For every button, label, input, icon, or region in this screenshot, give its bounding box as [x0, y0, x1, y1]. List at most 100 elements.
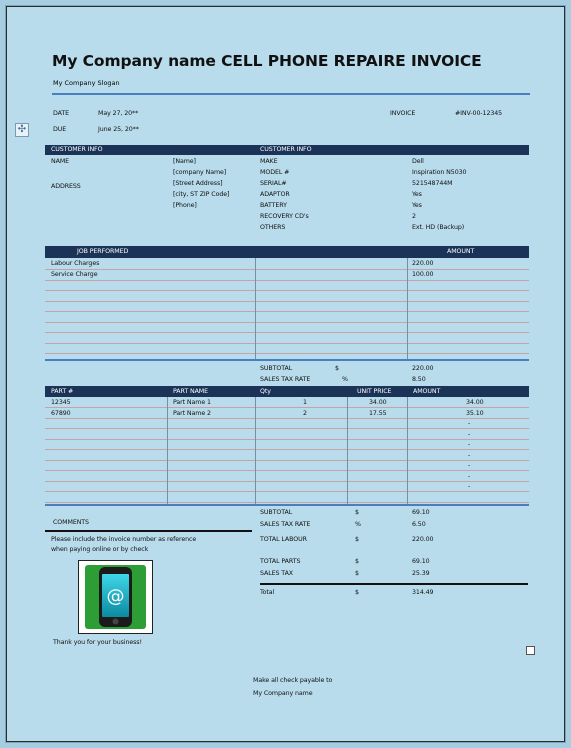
customer-value: [city, ST ZIP Code] [173, 191, 230, 198]
device-value: Dell [412, 158, 424, 165]
move-handle-icon[interactable]: ✣ [15, 123, 29, 137]
comments-line2: when paying online or by check [51, 546, 149, 553]
parts-grid-row [45, 407, 529, 408]
payable-line2: My Company name [253, 690, 313, 697]
parts-header: Qty [260, 388, 271, 395]
part-number: 67890 [51, 409, 71, 417]
job-grid-row [45, 290, 529, 291]
parts-header: UNIT PRICE [357, 388, 392, 395]
totals-total-symbol: $ [355, 589, 359, 596]
parts-grid-col [255, 397, 256, 504]
totals-tax_rate-symbol: % [355, 521, 361, 528]
invoice-label: INVOICE [390, 110, 416, 117]
due-label: DUE [53, 126, 67, 133]
job-grid-row [45, 332, 529, 333]
job-grid-row [45, 279, 529, 281]
device-value: 2 [412, 213, 416, 220]
totals-total-label: Total [260, 589, 275, 596]
part-amount-empty: - [468, 483, 471, 490]
job-item-label: Labour Charges [51, 260, 100, 267]
job-divider [45, 359, 529, 361]
customer-value: [Name] [173, 158, 196, 165]
job-grid-row [45, 311, 529, 312]
payable-line1: Make all check payable to [253, 677, 333, 684]
parts-grid-row [45, 491, 529, 492]
total-rule [260, 583, 528, 585]
job-header: JOB PERFORMED [77, 248, 129, 255]
totals-labour-value: 220.00 [412, 536, 434, 543]
device-value: Inspiration N5030 [412, 169, 467, 176]
job-grid-row [45, 300, 529, 302]
parts-header-bar [45, 386, 529, 397]
address-label: ADDRESS [51, 183, 81, 190]
customer-header-right: CUSTOMER INFO [260, 146, 312, 153]
totals-parts-label: TOTAL PARTS [260, 558, 301, 565]
part-amount-empty: - [468, 441, 471, 448]
part-amount-empty: - [468, 451, 471, 459]
part-qty: 1 [303, 399, 307, 406]
comments-rule [45, 530, 252, 532]
date-value: May 27, 20** [98, 110, 139, 117]
parts-divider [45, 504, 529, 506]
job-tax-value: 8.50 [412, 376, 426, 383]
totals-sales_tax-value: 25.39 [412, 570, 430, 577]
job-item-label: Service Charge [51, 270, 98, 278]
totals-total-value: 314.49 [412, 589, 434, 596]
customer-value: [Phone] [173, 202, 197, 209]
part-amount-empty: - [468, 420, 471, 427]
totals-labour-label: TOTAL LABOUR [260, 536, 307, 543]
parts-grid-row [45, 428, 529, 429]
parts-grid-row [45, 501, 529, 503]
device-label: ADAPTOR [260, 191, 290, 198]
totals-sales_tax-symbol: $ [355, 570, 359, 577]
device-label: MAKE [260, 158, 278, 165]
parts-header: AMOUNT [413, 388, 441, 395]
job-subtotal-currency: $ [335, 365, 339, 372]
device-label: RECOVERY CD's [260, 213, 309, 220]
date-label: DATE [53, 110, 69, 117]
job-grid-row [45, 321, 529, 323]
thank-you-text: Thank you for your business! [53, 639, 142, 646]
parts-grid-col [407, 397, 408, 504]
comments-label: COMMENTS [53, 519, 89, 526]
invoice-number: #INV-00-12345 [455, 110, 503, 117]
device-label: MODEL # [260, 169, 290, 176]
totals-parts-symbol: $ [355, 558, 359, 565]
device-label: OTHERS [260, 224, 286, 231]
job-grid-row [45, 353, 529, 354]
part-unit-price: 34.00 [369, 399, 387, 406]
device-value: Ext. HD (Backup) [412, 224, 465, 231]
company-slogan: My Company Slogan [53, 79, 120, 87]
job-grid-col [255, 258, 256, 359]
parts-grid-row [45, 438, 529, 440]
device-value: Yes [412, 202, 422, 209]
job-item-amount: 100.00 [412, 270, 434, 278]
part-amount-empty: - [468, 472, 471, 480]
totals-sales_tax-label: SALES TAX [260, 570, 293, 577]
part-amount-empty: - [468, 430, 471, 438]
device-value: Yes [412, 191, 422, 198]
job-subtotal-label: SUBTOTAL [260, 365, 293, 372]
invoice-title: My Company name CELL PHONE REPAIRE INVOI… [52, 52, 482, 70]
parts-grid-row [45, 449, 529, 450]
totals-subtotal-value: 69.10 [412, 509, 430, 516]
parts-grid-row [45, 470, 529, 471]
device-label: SERIAL# [260, 180, 287, 187]
device-value: 521548744M [412, 180, 453, 187]
parts-grid-col [347, 397, 348, 504]
totals-tax_rate-label: SALES TAX RATE [260, 521, 311, 528]
job-grid-row [45, 269, 529, 270]
checkbox[interactable] [526, 646, 535, 655]
job-subtotal-value: 220.00 [412, 365, 434, 372]
due-value: June 25, 20** [98, 126, 139, 133]
job-tax-label: SALES TAX RATE [260, 376, 311, 383]
customer-header-left: CUSTOMER INFO [51, 146, 103, 153]
job-item-amount: 220.00 [412, 260, 434, 267]
amount-header: AMOUNT [447, 248, 475, 255]
part-name: Part Name 2 [173, 409, 211, 417]
part-number: 12345 [51, 399, 71, 406]
totals-subtotal-symbol: $ [355, 509, 359, 516]
part-amount: 34.00 [466, 399, 484, 406]
parts-grid-row [45, 417, 529, 419]
parts-grid-row [45, 459, 529, 461]
